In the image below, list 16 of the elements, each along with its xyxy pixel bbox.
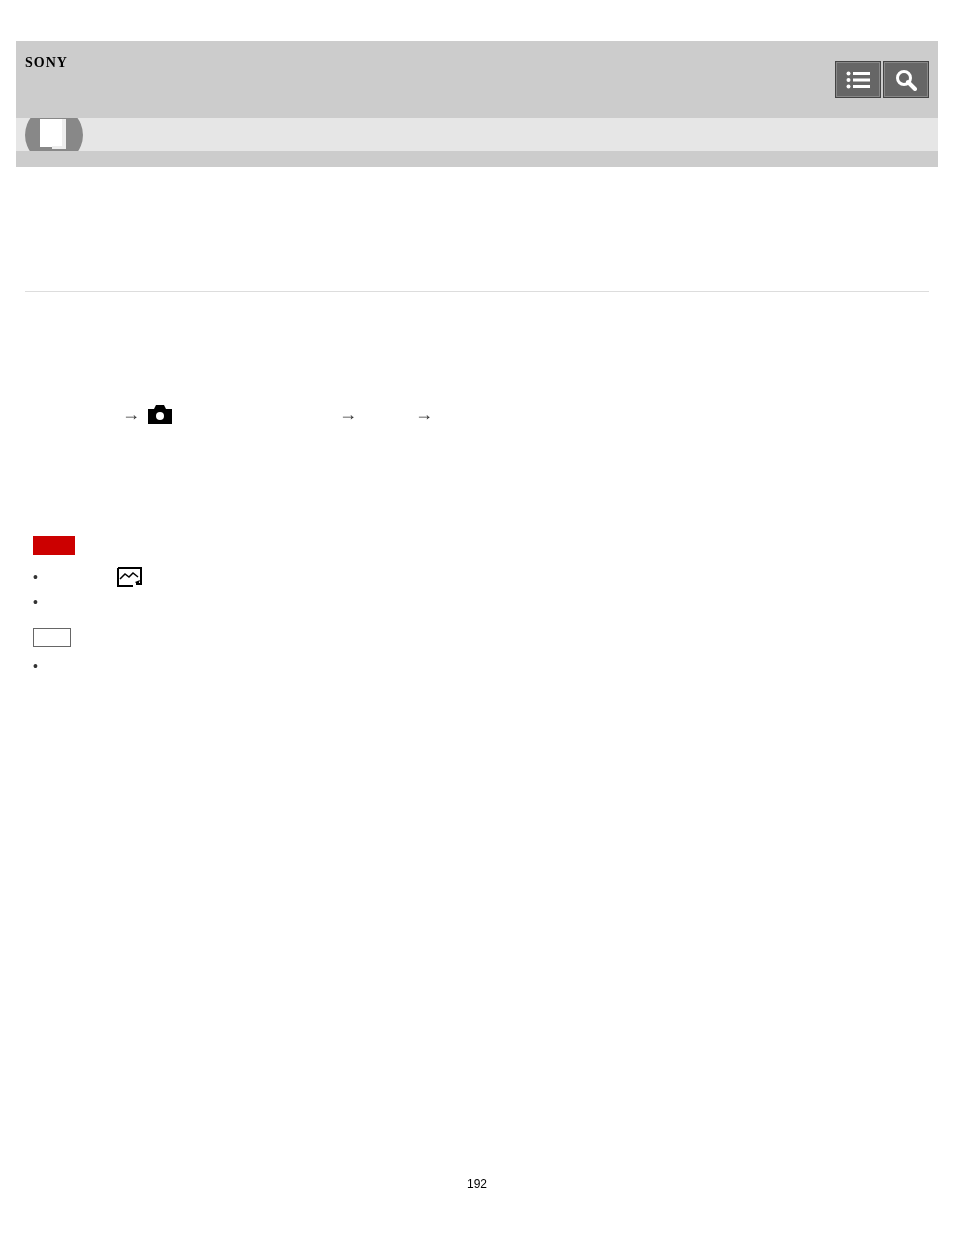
arrow: → bbox=[122, 403, 140, 425]
menu-icon bbox=[846, 70, 870, 89]
search-icon bbox=[895, 68, 917, 91]
search-button[interactable] bbox=[883, 61, 929, 98]
caution-label bbox=[33, 536, 75, 555]
bullet: • bbox=[33, 593, 39, 610]
bullet: • bbox=[33, 568, 39, 585]
page-number: 192 bbox=[467, 1177, 487, 1191]
arrow: → bbox=[339, 403, 357, 425]
camera-icon bbox=[148, 404, 172, 424]
note-label bbox=[33, 628, 71, 647]
image-icon bbox=[117, 566, 142, 587]
menu-button[interactable] bbox=[835, 61, 881, 98]
arrow: → bbox=[415, 403, 433, 425]
bullet: • bbox=[33, 657, 39, 674]
logo: SONY bbox=[25, 55, 68, 71]
